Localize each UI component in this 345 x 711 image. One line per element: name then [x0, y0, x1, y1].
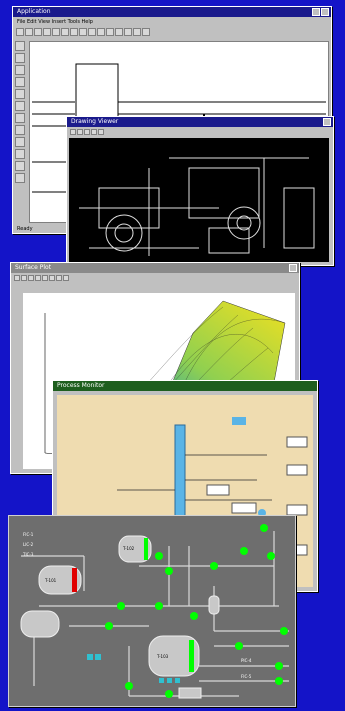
tool-button[interactable]: [35, 275, 41, 281]
tool-button[interactable]: [98, 129, 104, 135]
tool-button[interactable]: [106, 28, 114, 36]
plot-toolbar: [11, 274, 299, 282]
plot-title: Surface Plot: [15, 264, 52, 271]
cad-titlebar[interactable]: Drawing Viewer: [67, 117, 333, 127]
ladder-palette: [15, 41, 27, 221]
ladder-status: Ready: [17, 226, 33, 232]
tool-button[interactable]: [70, 28, 78, 36]
tool-button[interactable]: [61, 28, 69, 36]
tank-label: T-102: [123, 546, 135, 551]
ladder-title: Application: [17, 8, 51, 15]
tool-button[interactable]: [34, 28, 42, 36]
tool-button[interactable]: [63, 275, 69, 281]
tool-button[interactable]: [91, 129, 97, 135]
ladder-menu-items[interactable]: File Edit View Insert Tools Help: [17, 19, 93, 25]
tool-button[interactable]: [115, 28, 123, 36]
tool-button[interactable]: [28, 275, 34, 281]
close-button[interactable]: [289, 264, 297, 272]
tool-button[interactable]: [21, 275, 27, 281]
palette-button[interactable]: [15, 161, 25, 171]
tool-button[interactable]: [56, 275, 62, 281]
cad-canvas[interactable]: [69, 138, 329, 262]
tool-button[interactable]: [142, 28, 150, 36]
palette-button[interactable]: [15, 65, 25, 75]
tag-label: LIC-2: [23, 542, 34, 547]
tool-button[interactable]: [25, 28, 33, 36]
process-title: Process Monitor: [57, 382, 105, 389]
close-button[interactable]: [321, 8, 329, 16]
ladder-titlebar[interactable]: Application: [13, 7, 331, 17]
tool-button[interactable]: [77, 129, 83, 135]
palette-button[interactable]: [15, 125, 25, 135]
cad-title: Drawing Viewer: [71, 118, 119, 125]
minimize-button[interactable]: [312, 8, 320, 16]
cad-window[interactable]: Drawing Viewer: [66, 116, 334, 266]
cad-toolbar: [67, 128, 333, 136]
ladder-menubar[interactable]: File Edit View Insert Tools Help: [13, 18, 331, 26]
tool-button[interactable]: [133, 28, 141, 36]
tool-button[interactable]: [70, 129, 76, 135]
hmi-diagram: [20, 524, 289, 699]
palette-button[interactable]: [15, 149, 25, 159]
tool-button[interactable]: [42, 275, 48, 281]
process-titlebar[interactable]: Process Monitor: [53, 381, 317, 391]
palette-button[interactable]: [15, 137, 25, 147]
hmi-window[interactable]: T-101 T-102 T-103 FIC-1 LIC-2 TIC-3 PIC-…: [8, 515, 296, 707]
tool-button[interactable]: [97, 28, 105, 36]
tag-label: FIC-5: [241, 674, 252, 679]
palette-button[interactable]: [15, 101, 25, 111]
tool-button[interactable]: [52, 28, 60, 36]
tool-button[interactable]: [124, 28, 132, 36]
tag-label: FIC-1: [23, 532, 34, 537]
palette-button[interactable]: [15, 77, 25, 87]
palette-button[interactable]: [15, 53, 25, 63]
tool-button[interactable]: [79, 28, 87, 36]
tag-label: PIC-4: [241, 658, 252, 663]
tool-button[interactable]: [14, 275, 20, 281]
ladder-toolbar: [13, 27, 331, 37]
tank-label: T-101: [45, 578, 57, 583]
close-button[interactable]: [323, 118, 331, 126]
palette-button[interactable]: [15, 41, 25, 51]
cad-drawing: [79, 157, 315, 256]
palette-button[interactable]: [15, 89, 25, 99]
palette-button[interactable]: [15, 113, 25, 123]
tank-label: T-103: [157, 654, 169, 659]
tool-button[interactable]: [49, 275, 55, 281]
tag-label: TIC-3: [23, 552, 34, 557]
tool-button[interactable]: [88, 28, 96, 36]
tool-button[interactable]: [84, 129, 90, 135]
plot-titlebar[interactable]: Surface Plot: [11, 263, 299, 273]
tool-button[interactable]: [43, 28, 51, 36]
palette-button[interactable]: [15, 173, 25, 183]
tool-button[interactable]: [16, 28, 24, 36]
